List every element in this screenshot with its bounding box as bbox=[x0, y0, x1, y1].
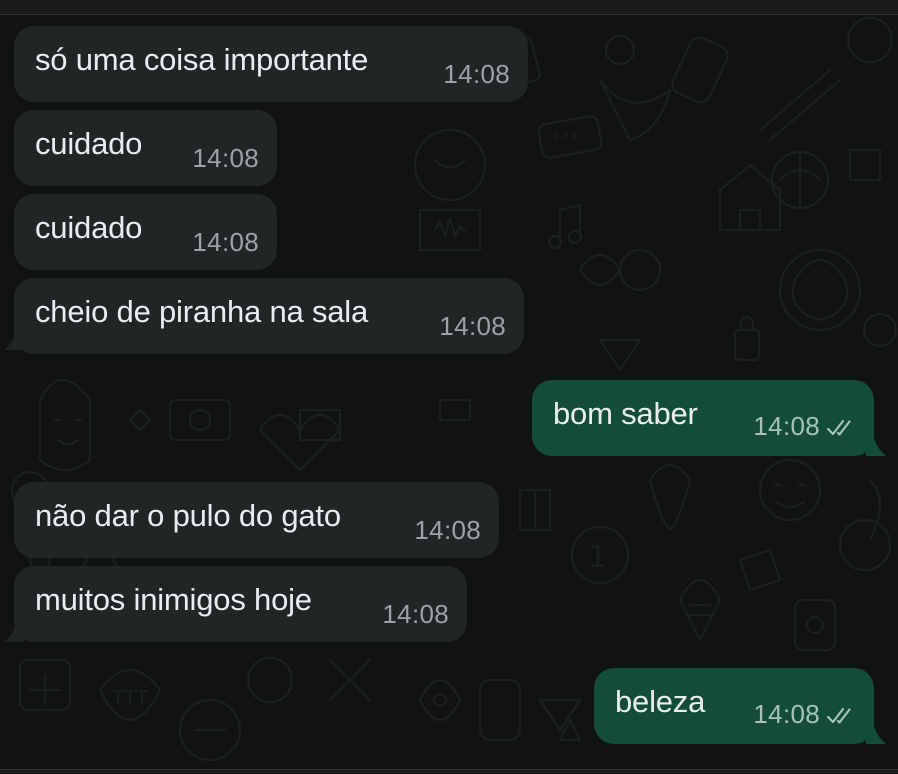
message-text: beleza bbox=[615, 684, 706, 719]
svg-text:1: 1 bbox=[588, 540, 607, 575]
outgoing-bubble-tail bbox=[866, 726, 886, 744]
message-bubble-incoming[interactable]: cheio de piranha na sala 14:08 bbox=[14, 278, 524, 354]
svg-text:TTT: TTT bbox=[111, 686, 149, 710]
bottom-edge bbox=[0, 769, 898, 774]
message-bubble-incoming[interactable]: só uma coisa importante 14:08 bbox=[14, 26, 528, 102]
read-double-check-icon bbox=[826, 413, 854, 444]
message-bubble-outgoing[interactable]: bom saber 14:08 bbox=[532, 380, 874, 456]
chat-window: *** 1 TTT só uma coisa importante 14:08 … bbox=[0, 0, 898, 774]
read-double-check-icon bbox=[826, 701, 854, 732]
message-timestamp: 14:08 bbox=[192, 227, 259, 257]
message-timestamp: 14:08 bbox=[382, 599, 449, 629]
message-text: muitos inimigos hoje bbox=[35, 582, 312, 617]
message-text: não dar o pulo do gato bbox=[35, 498, 341, 533]
message-bubble-incoming[interactable]: muitos inimigos hoje 14:08 bbox=[14, 566, 467, 642]
message-bubble-incoming[interactable]: cuidado 14:08 bbox=[14, 194, 277, 270]
message-timestamp: 14:08 bbox=[439, 311, 506, 341]
message-text: cheio de piranha na sala bbox=[35, 294, 369, 329]
message-text: bom saber bbox=[553, 396, 698, 431]
message-text: cuidado bbox=[35, 210, 143, 245]
message-bubble-outgoing[interactable]: beleza 14:08 bbox=[594, 668, 874, 744]
message-bubble-incoming[interactable]: não dar o pulo do gato 14:08 bbox=[14, 482, 499, 558]
svg-text:***: *** bbox=[552, 129, 579, 150]
message-bubble-incoming[interactable]: cuidado 14:08 bbox=[14, 110, 277, 186]
message-timestamp: 14:08 bbox=[192, 143, 259, 173]
outgoing-bubble-tail bbox=[866, 438, 886, 456]
message-time-label: 14:08 bbox=[753, 411, 820, 442]
message-timestamp: 14:08 bbox=[753, 411, 854, 444]
message-timestamp: 14:08 bbox=[753, 699, 854, 732]
message-time-label: 14:08 bbox=[753, 699, 820, 730]
message-text: só uma coisa importante bbox=[35, 42, 369, 77]
top-edge bbox=[0, 0, 898, 15]
message-timestamp: 14:08 bbox=[443, 59, 510, 89]
message-text: cuidado bbox=[35, 126, 143, 161]
message-timestamp: 14:08 bbox=[414, 515, 481, 545]
